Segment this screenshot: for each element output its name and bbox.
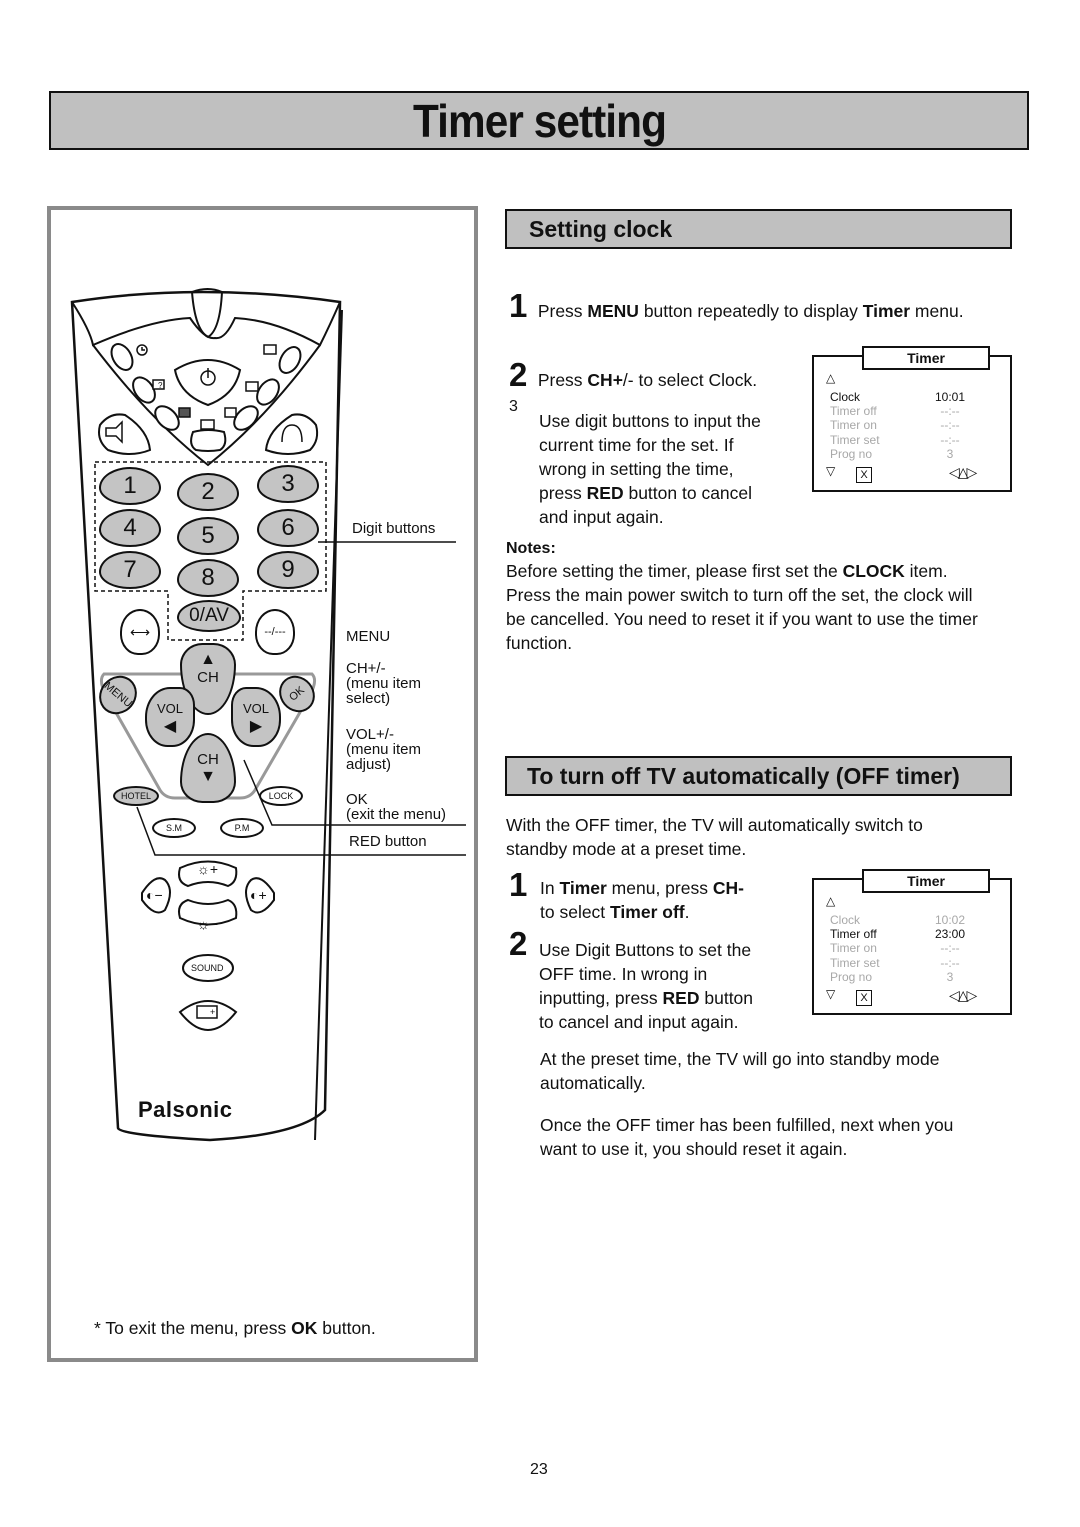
off-timer-intro: With the OFF timer, the TV will automati… <box>506 815 923 859</box>
annotation-menu: MENU <box>346 628 391 645</box>
annotation-vol: VOL+/- (menu item adjust) <box>346 726 422 773</box>
osd-row: Prog no 3 <box>830 970 954 984</box>
adjust-arrows-icon: ◁△▷ <box>949 987 977 1003</box>
digit-4-button[interactable]: 4 <box>99 509 161 547</box>
timer-osd-off: Timer △ Clock 10:02 Timer off 23:00 Timer … <box>812 869 1012 1015</box>
osd-title: Timer <box>862 346 990 370</box>
digit-6-button[interactable]: 6 <box>257 509 319 547</box>
info-icon <box>224 407 237 418</box>
close-icon: X <box>856 990 872 1006</box>
sound-label: SOUND <box>191 963 224 973</box>
notes-text: Before setting the timer, please first s… <box>506 561 978 653</box>
digit-1-button[interactable]: 1 <box>99 467 161 505</box>
osd-row: Timer set --:-- <box>830 433 960 447</box>
remote-footnote: * To exit the menu, press OK button. <box>94 1318 376 1338</box>
remote-top-band <box>71 301 341 347</box>
power-button <box>173 359 242 407</box>
swap-button <box>256 378 280 406</box>
vol-down-button[interactable]: VOL ◀ <box>145 687 195 747</box>
osd-row: Timer off 23:00 <box>830 927 966 941</box>
timer-osd-clock: Timer △ Clock 10:01 Timer off --:-- Timer … <box>812 346 1012 492</box>
vol-up-button[interactable]: VOL ▶ <box>231 687 281 747</box>
lock-button[interactable]: LOCK <box>259 786 303 806</box>
section-heading-off-timer: To turn off TV automatically (OFF timer) <box>505 756 1012 796</box>
svg-text:+: + <box>210 1007 215 1017</box>
off-step-2: Use Digit Buttons to set the OFF time. I… <box>539 940 754 1032</box>
osd-title: Timer <box>862 869 990 893</box>
notes-label: Notes: <box>506 540 556 557</box>
svg-text:?: ? <box>158 381 163 390</box>
clock-step-2: 2 Press CH+/- to select Clock. <box>509 356 758 393</box>
p-up-icon: △ <box>826 371 836 385</box>
p-up-icon: △ <box>826 894 836 908</box>
brightness-up-icon: ☼+ <box>197 861 219 877</box>
p-down-icon: ▽ <box>826 464 836 478</box>
double-arrow-icon: ⟷ <box>129 623 151 640</box>
digit-2-button[interactable]: 2 <box>177 473 239 511</box>
p-down-icon: ▽ <box>826 987 836 1001</box>
contrast-up-icon: ◐+ <box>250 887 267 903</box>
digit-8-button[interactable]: 8 <box>177 559 239 597</box>
osd-row: Clock 10:01 <box>830 390 966 404</box>
dash-button[interactable]: --/--- <box>255 609 295 655</box>
digit-3-button[interactable]: 3 <box>257 465 319 503</box>
mix-icon <box>178 407 191 418</box>
off-step-2-number: 2 <box>509 925 528 962</box>
annotation-ch: CH+/- (menu item select) <box>346 660 422 707</box>
osd-row: Clock 10:02 <box>830 913 966 927</box>
adjust-arrows-icon: ◁△▷ <box>949 464 977 480</box>
annotation-digit-buttons: Digit buttons <box>352 520 436 537</box>
info-button <box>233 405 259 431</box>
off-timer-para-1: At the preset time, the TV will go into … <box>540 1049 940 1093</box>
digit-7-button[interactable]: 7 <box>99 551 161 589</box>
osd-row: Timer off --:-- <box>830 404 960 418</box>
arrow-up-icon: ▲ <box>200 651 216 668</box>
swap-icon <box>245 381 259 392</box>
osd-row: Timer set --:-- <box>830 956 960 970</box>
teletext-mix-button <box>154 405 180 431</box>
off-timer-para-2: Once the OFF timer has been fulfilled, n… <box>540 1115 954 1159</box>
teletext-button <box>190 429 227 452</box>
help-button <box>132 376 156 404</box>
off-step-1-number: 1 <box>509 866 528 903</box>
arrow-down-icon: ▼ <box>200 768 216 785</box>
page-number: 23 <box>530 1461 548 1478</box>
osd-row: Prog no 3 <box>830 447 954 461</box>
swap-channel-button[interactable]: ⟷ <box>120 609 160 655</box>
close-icon: X <box>856 467 872 483</box>
section-heading-setting-clock: Setting clock <box>505 209 1012 249</box>
pm-button[interactable]: P.M <box>220 818 264 838</box>
osd-row: Timer on --:-- <box>830 418 960 432</box>
digit-5-button[interactable]: 5 <box>177 517 239 555</box>
osd-row: Timer on --:-- <box>830 941 960 955</box>
hotel-button[interactable]: HOTEL <box>113 786 159 806</box>
brightness-down-icon: ☼− <box>197 916 219 932</box>
off-step-1: In Timer menu, press CH- to select Timer… <box>540 878 744 922</box>
clock-step-1: 1 Press MENU button repeatedly to displa… <box>509 287 964 324</box>
arrow-right-icon: ▶ <box>249 718 263 735</box>
zero-av-button[interactable]: 0/AV <box>177 600 241 632</box>
arrow-left-icon: ◀ <box>163 718 177 735</box>
digit-9-button[interactable]: 9 <box>257 551 319 589</box>
text-icon <box>200 419 215 430</box>
ir-window <box>190 288 224 339</box>
size-icon <box>263 344 277 355</box>
annotation-red-button: RED button <box>349 833 427 850</box>
headphone-button <box>264 413 319 455</box>
sm-button[interactable]: S.M <box>152 818 196 838</box>
clock-step-3-number: 3 <box>509 398 518 415</box>
contrast-down-icon: ◐− <box>146 887 163 903</box>
clock-step-3: Use digit buttons to input the current t… <box>539 411 761 527</box>
brand-logo: Palsonic <box>138 1097 233 1122</box>
annotation-ok: OK (exit the menu) <box>346 791 447 823</box>
